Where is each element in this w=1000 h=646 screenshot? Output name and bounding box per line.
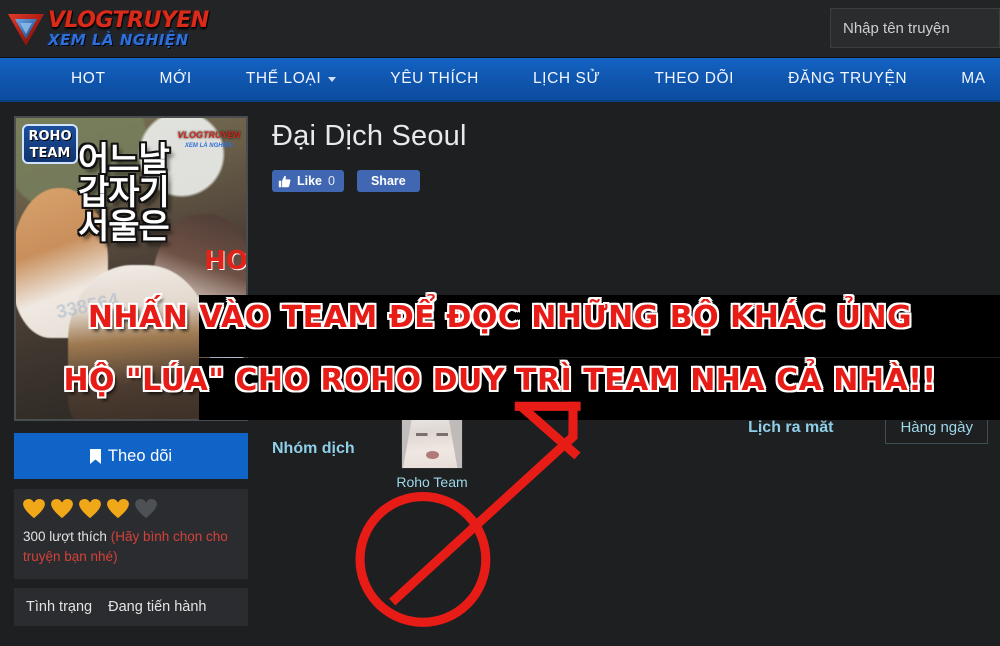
nav-item-hot[interactable]: HOT [44,58,133,100]
genre-tag-drama[interactable]: Drama [372,363,446,397]
comic-cover-image[interactable]: 어느날 갑자기 서울은 ROHO TEAM VLOGTRUYEN XEM LÀ … [14,116,248,421]
heart-icon-2[interactable] [51,499,73,519]
site-header: VLOGTRUYEN XEM LÀ NGHIỆN [0,0,1000,58]
facebook-like-count: 0 [328,174,335,188]
author-label: Tác giả [272,329,328,346]
info-row-genres: Thể loại Drama School Life Webtoon Horro… [272,359,988,401]
rating-panel: 300 lượt thích (Hãy bình chọn cho truyện… [14,489,248,579]
likes-line: 300 lượt thích (Hãy bình chọn cho truyện… [23,527,239,567]
team-label: Nhóm dịch [272,439,355,457]
social-buttons: Like 0 Share [272,170,988,192]
facebook-share-button[interactable]: Share [356,170,420,192]
cover-watermark: VLOGTRUYEN XEM LÀ NGHIỆN [177,126,240,150]
cover-hot-label: HO [204,246,248,276]
nav-label: THỂ LOẠI [245,70,322,87]
bookmark-icon [89,448,101,464]
chevron-down-icon [328,76,337,82]
nav-item-ma[interactable]: MA [934,58,1000,100]
genre-tag-horror[interactable]: Horror [662,363,733,397]
site-logo[interactable]: VLOGTRUYEN XEM LÀ NGHIỆN [0,3,209,55]
cover-character-center [68,265,210,419]
likes-count: 300 lượt thích [23,529,107,544]
logo-main-text: VLOGTRUYEN [48,7,209,33]
avatar-eyes [416,433,448,436]
nav-item-dang-truyen[interactable]: ĐĂNG TRUYỆN [761,58,934,100]
main-navigation: HOT MỚI THỂ LOẠI YÊU THÍCH LỊCH SỬ THEO … [0,58,1000,102]
search-box[interactable] [830,8,1000,48]
schedule-label: Lịch ra mắt [748,418,834,436]
genre-tag-school-life[interactable]: School Life [454,363,557,397]
nav-item-lich-su[interactable]: LỊCH SỬ [506,58,627,100]
follow-button[interactable]: Theo dõi [14,433,248,479]
cover-korean-line-3: 서울은 [78,206,170,247]
genre-tag-webtoon[interactable]: Webtoon [565,363,653,397]
info-row-team: Nhóm dịch Roho Team Lịch ra mắt Hàng ngà… [272,407,988,490]
info-row-author: Tác giả Lượt xem 385,139 [272,317,988,359]
nav-item-moi[interactable]: MỚI [133,58,219,100]
facebook-like-button[interactable]: Like 0 [272,170,344,192]
status-badge: Đang tiến hành [108,599,207,615]
nav-label: ĐĂNG TRUYỆN [788,70,908,87]
cover-watermark-sub: XEM LÀ NGHIỆN [184,143,233,149]
cover-korean-line-2: 갑자기 [78,173,170,214]
views-group: Lượt xem 385,139 [689,329,988,347]
nav-item-yeu-thich[interactable]: YÊU THÍCH [363,58,506,100]
status-panel: Tình trạng Đang tiến hành [14,588,248,626]
views-value: 385,139 [931,329,988,346]
team-avatar[interactable] [401,407,463,469]
nav-item-theo-doi[interactable]: THEO DÕI [627,58,761,100]
heart-icon-5[interactable] [135,499,157,519]
heart-icon-4[interactable] [107,499,129,519]
genre-tag-list: Drama School Life Webtoon Horror Manhwa [372,363,827,397]
cover-watermark-main: VLOGTRUYEN [177,130,240,140]
nav-label: HOT [71,70,106,87]
nav-label: YÊU THÍCH [390,70,479,87]
schedule-group: Lịch ra mắt Hàng ngày [748,411,988,444]
rating-hearts[interactable] [23,499,239,519]
main-content: 어느날 갑자기 서울은 ROHO TEAM VLOGTRUYEN XEM LÀ … [0,102,1000,646]
nav-label: LỊCH SỬ [532,70,601,87]
thumbs-up-icon [278,175,291,187]
roho-team-badge: ROHO TEAM [22,124,78,164]
roho-badge-line-2: TEAM [29,146,71,161]
heart-icon-3[interactable] [79,499,101,519]
status-label: Tình trạng [26,599,93,615]
facebook-like-label: Like [297,174,323,188]
views-label: Lượt xem [689,329,764,346]
cover-korean-title: 어느날 갑자기 서울은 [78,143,170,247]
play-triangle-logo-icon [8,13,44,46]
nav-label: MA [961,70,986,87]
heart-icon-1[interactable] [23,499,45,519]
page-title: Đại Dịch Seoul [272,120,467,152]
facebook-share-label: Share [370,174,406,188]
info-table: Tác giả Lượt xem 385,139 Thể loại Drama … [272,317,988,490]
team-name-label: Roho Team [396,474,468,490]
nav-label: MỚI [159,70,192,87]
left-sidebar: 어느날 갑자기 서울은 ROHO TEAM VLOGTRUYEN XEM LÀ … [14,116,248,646]
genre-label: Thể loại [272,371,333,388]
translation-team[interactable]: Roho Team [384,407,480,490]
genre-tag-manhwa[interactable]: Manhwa [741,363,827,397]
nav-item-the-loai[interactable]: THỂ LOẠI [219,58,363,100]
nav-label: THEO DÕI [654,70,735,87]
schedule-value-button[interactable]: Hàng ngày [885,411,988,444]
logo-sub-text: XEM LÀ NGHIỆN [48,30,189,49]
follow-button-label: Theo dõi [107,446,173,465]
detail-panel: Đại Dịch Seoul Like 0 Share Tác giả Lượt… [248,116,988,646]
avatar-mouth [426,451,439,459]
roho-badge-line-1: ROHO [28,129,72,144]
search-input[interactable] [830,8,1000,48]
avatar-hair [402,408,462,468]
